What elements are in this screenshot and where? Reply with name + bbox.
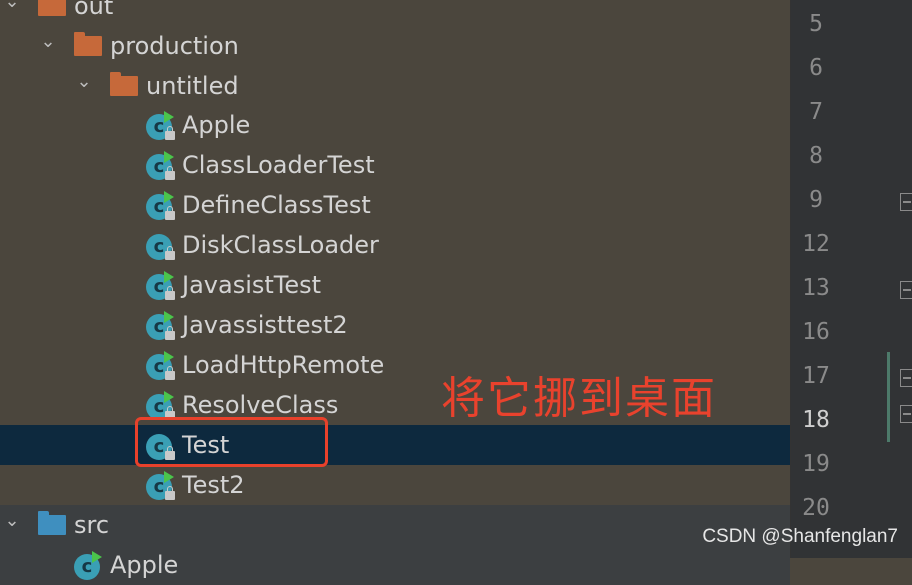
vcs-change-marker xyxy=(887,352,890,442)
line-number: 8 xyxy=(809,143,823,169)
fold-expand-icon[interactable] xyxy=(900,193,912,211)
line-number: 9 xyxy=(809,187,823,213)
line-number: 5 xyxy=(809,11,823,37)
tree-label-class: ClassLoaderTest xyxy=(182,151,375,179)
chevron-down-icon[interactable]: ⌄ xyxy=(74,72,94,92)
tree-row-class[interactable]: c DiskClassLoader xyxy=(0,225,790,265)
tree-row-out[interactable]: ⌄ out xyxy=(0,0,790,26)
tree-row-class-selected[interactable]: c Test xyxy=(0,425,790,465)
fold-collapse-icon[interactable] xyxy=(900,369,912,387)
tree-label-class: Apple xyxy=(182,111,251,139)
tree-row-class[interactable]: c ClassLoaderTest xyxy=(0,145,790,185)
line-number: 6 xyxy=(809,55,823,81)
tree-label-class: JavasistTest xyxy=(182,271,322,299)
java-class-icon: c xyxy=(146,191,178,225)
tree-row-class[interactable]: c JavasistTest xyxy=(0,265,790,305)
highlight-box xyxy=(135,417,328,467)
tree-row-src[interactable]: ⌄ src xyxy=(0,505,790,545)
java-class-icon: c xyxy=(146,151,178,185)
java-class-icon: c xyxy=(146,233,178,265)
tree-label-class: Test2 xyxy=(182,471,245,499)
folder-icon xyxy=(110,72,138,96)
tree-label-src: src xyxy=(74,511,110,539)
folder-icon xyxy=(38,0,66,16)
fold-collapse-icon[interactable] xyxy=(900,405,912,423)
java-class-icon: c xyxy=(146,471,178,505)
annotation-text: 将它挪到桌面 xyxy=(441,373,717,424)
java-class-icon: c xyxy=(146,311,178,345)
fold-expand-icon[interactable] xyxy=(900,281,912,299)
chevron-down-icon[interactable]: ⌄ xyxy=(2,0,22,12)
line-number: 16 xyxy=(802,319,830,345)
project-tree: ⌄ out ⌄ production ⌄ untitled c Apple c … xyxy=(0,0,790,585)
tree-label-class: DiskClassLoader xyxy=(182,231,379,259)
java-class-icon: c xyxy=(146,271,178,305)
tree-label-untitled: untitled xyxy=(146,72,239,100)
java-class-icon: c xyxy=(146,111,178,145)
source-folder-icon xyxy=(38,511,66,535)
tree-row-partial[interactable]: c Apple xyxy=(0,545,790,585)
chevron-down-icon[interactable]: ⌄ xyxy=(38,32,58,52)
tree-row-production[interactable]: ⌄ production xyxy=(0,26,790,66)
line-number: 13 xyxy=(802,275,830,301)
tree-row-class[interactable]: c Apple xyxy=(0,105,790,145)
tree-row-untitled[interactable]: ⌄ untitled xyxy=(0,66,790,106)
java-class-icon: c xyxy=(146,351,178,385)
folder-icon xyxy=(74,32,102,56)
tree-label-production: production xyxy=(110,32,239,60)
line-number: 20 xyxy=(802,495,830,521)
tree-label-class: Javassisttest2 xyxy=(182,311,348,339)
tree-row-class[interactable]: c Javassisttest2 xyxy=(0,305,790,345)
line-number: 12 xyxy=(802,231,830,257)
line-number-current: 18 xyxy=(802,407,830,433)
tree-label-partial: Apple xyxy=(110,551,179,579)
tree-label-class: DefineClassTest xyxy=(182,191,371,219)
line-number: 17 xyxy=(802,363,830,389)
tree-row-class[interactable]: c Test2 xyxy=(0,465,790,505)
tree-label-out: out xyxy=(74,0,114,20)
tree-label-class: LoadHttpRemote xyxy=(182,351,385,379)
line-number: 19 xyxy=(802,451,830,477)
chevron-down-icon[interactable]: ⌄ xyxy=(2,511,22,531)
line-number: 7 xyxy=(809,99,823,125)
tree-row-class[interactable]: c DefineClassTest xyxy=(0,185,790,225)
watermark: CSDN @Shanfenglan7 xyxy=(702,526,898,547)
